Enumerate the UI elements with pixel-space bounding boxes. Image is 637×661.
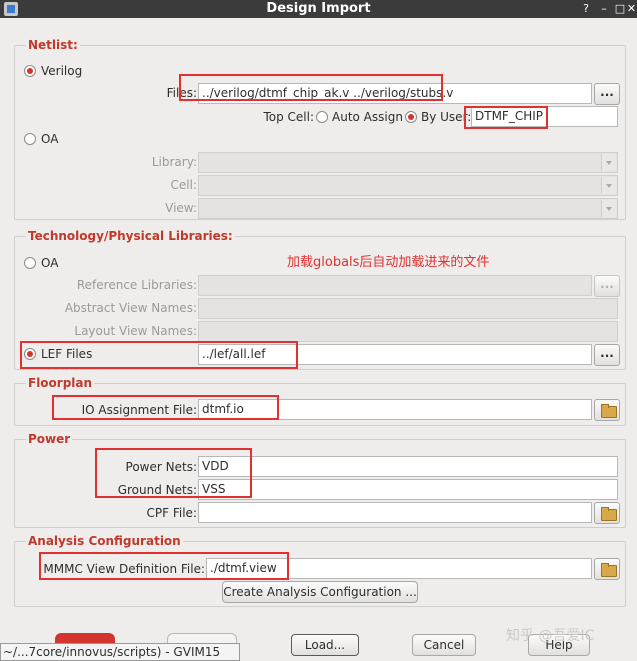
cell-label: Cell: <box>170 178 197 192</box>
top-cell-input[interactable]: DTMF_CHIP <box>471 106 618 127</box>
lef-files-radio[interactable] <box>24 348 36 360</box>
top-cell-label: Top Cell: <box>263 110 314 124</box>
apply-button-partial[interactable] <box>167 633 237 643</box>
reference-libraries-label: Reference Libraries: <box>76 278 197 292</box>
load-button[interactable]: Load... <box>291 634 359 656</box>
mmmc-folder-icon[interactable] <box>594 558 620 580</box>
layout-view-names-input <box>198 321 618 342</box>
tech-libs-title: Technology/Physical Libraries: <box>26 229 235 243</box>
power-nets-label: Power Nets: <box>125 460 197 474</box>
tech-oa-radio[interactable] <box>24 257 36 269</box>
layout-view-names-label: Layout View Names: <box>74 324 197 338</box>
reference-libraries-input <box>198 275 592 296</box>
verilog-radio[interactable] <box>24 65 36 77</box>
power-title: Power <box>26 432 73 446</box>
auto-assign-label: Auto Assign <box>332 110 403 124</box>
minimize-icon[interactable]: – <box>596 1 612 17</box>
power-nets-input[interactable]: VDD <box>198 456 618 477</box>
reference-libraries-browse-button: ... <box>594 275 620 297</box>
io-assignment-label: IO Assignment File: <box>81 403 197 417</box>
lef-files-label: LEF Files <box>41 347 93 361</box>
files-browse-button[interactable]: ... <box>594 83 620 105</box>
view-select <box>198 198 618 219</box>
tech-oa-label: OA <box>41 256 59 270</box>
io-folder-icon[interactable] <box>594 399 620 421</box>
by-user-label: By User: <box>421 110 472 124</box>
files-label: Files: <box>166 86 197 100</box>
chevron-down-icon <box>601 200 616 217</box>
netlist-oa-radio[interactable] <box>24 133 36 145</box>
io-assignment-input[interactable]: dtmf.io <box>198 399 592 420</box>
create-analysis-config-button[interactable]: Create Analysis Configuration ... <box>222 581 418 603</box>
abstract-view-names-input <box>198 298 618 319</box>
by-user-radio[interactable] <box>405 111 417 123</box>
library-select <box>198 152 618 173</box>
floorplan-title: Floorplan <box>26 376 95 390</box>
window-title: Design Import <box>266 1 371 16</box>
netlist-oa-label: OA <box>41 132 59 146</box>
mmmc-label: MMMC View Definition File: <box>43 562 205 576</box>
abstract-view-names-label: Abstract View Names: <box>64 301 197 315</box>
taskbar-item-gvim[interactable]: ~/...7core/innovus/scripts) - GVIM15 <box>0 643 240 661</box>
netlist-title: Netlist: <box>26 38 80 52</box>
mmmc-input[interactable]: ./dtmf.view <box>206 558 592 579</box>
verilog-label: Verilog <box>41 64 83 78</box>
library-label: Library: <box>151 155 197 169</box>
cpf-file-label: CPF File: <box>146 506 197 520</box>
ground-nets-input[interactable]: VSS <box>198 479 618 500</box>
files-input[interactable]: ../verilog/dtmf_chip_ak.v ../verilog/stu… <box>198 83 592 104</box>
help-window-icon[interactable]: ? <box>578 1 594 17</box>
chevron-down-icon <box>601 177 616 194</box>
chevron-down-icon <box>601 154 616 171</box>
lef-files-input[interactable]: ../lef/all.lef <box>198 344 592 365</box>
cancel-button[interactable]: Cancel <box>412 634 476 656</box>
title-bar: Design Import ? – □ ✕ <box>0 0 637 18</box>
analysis-title: Analysis Configuration <box>26 534 183 548</box>
watermark: 知乎 @吾爱IC <box>506 628 595 644</box>
close-icon[interactable]: ✕ <box>626 1 637 17</box>
cpf-folder-icon[interactable] <box>594 502 620 524</box>
cpf-file-input[interactable] <box>198 502 592 523</box>
ground-nets-label: Ground Nets: <box>117 483 197 497</box>
annotation-note: 加载globals后自动加载进来的文件 <box>287 255 490 270</box>
cell-select <box>198 175 618 196</box>
view-label: View: <box>165 201 197 215</box>
auto-assign-radio[interactable] <box>316 111 328 123</box>
lef-files-browse-button[interactable]: ... <box>594 344 620 366</box>
